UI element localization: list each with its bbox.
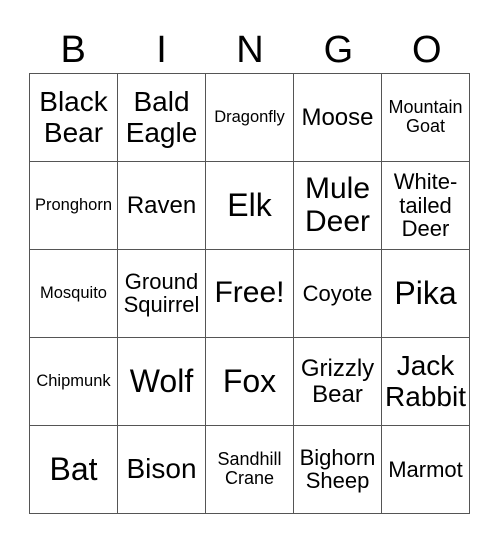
bingo-header: B I N G O	[29, 28, 471, 72]
card-cell[interactable]: Fox	[205, 337, 294, 426]
header-letter-i: I	[156, 29, 167, 71]
card-cell[interactable]: Grizzly Bear	[293, 337, 382, 426]
cell-label: Mule Deer	[304, 172, 371, 238]
card-cell[interactable]: Bighorn Sheep	[293, 425, 382, 514]
card-cell[interactable]: Black Bear	[29, 73, 118, 162]
card-cell[interactable]: Mosquito	[29, 249, 118, 338]
cell-label: Black Bear	[39, 86, 108, 148]
card-cell[interactable]: White-tailed Deer	[381, 161, 470, 250]
card-cell[interactable]: Wolf	[117, 337, 206, 426]
card-row: Pronghorn Raven Elk Mule Deer White-tail…	[29, 161, 470, 250]
cell-label: Pronghorn	[34, 195, 113, 214]
cell-label: Raven	[126, 191, 197, 219]
cell-label: Dragonfly	[214, 107, 285, 126]
card-cell[interactable]: Marmot	[381, 425, 470, 514]
card-cell[interactable]: Jack Rabbit	[381, 337, 470, 426]
cell-label: Grizzly Bear	[300, 354, 375, 408]
card-row: Black Bear Bald Eagle Dragonfly Moose Mo…	[29, 73, 470, 162]
header-letter-b: B	[60, 29, 86, 71]
cell-label: Bighorn Sheep	[299, 444, 376, 494]
free-space-label: Free!	[214, 276, 285, 310]
card-cell[interactable]: Raven	[117, 161, 206, 250]
header-letter-n: N	[236, 29, 264, 71]
cell-label: Bison	[126, 453, 197, 485]
card-cell[interactable]: Chipmunk	[29, 337, 118, 426]
cell-label: Ground Squirrel	[123, 268, 200, 318]
cell-label: Coyote	[302, 280, 373, 306]
card-row: Chipmunk Wolf Fox Grizzly Bear Jack Rabb…	[29, 337, 470, 426]
free-space-cell[interactable]: Free!	[205, 249, 294, 338]
card-cell[interactable]: Bat	[29, 425, 118, 514]
cell-label: Chipmunk	[36, 371, 111, 390]
card-row: Mosquito Ground Squirrel Free! Coyote Pi…	[29, 249, 470, 338]
card-cell[interactable]: Elk	[205, 161, 294, 250]
cell-label: Marmot	[388, 456, 463, 482]
card-cell[interactable]: Pika	[381, 249, 470, 338]
card-cell[interactable]: Coyote	[293, 249, 382, 338]
card-cell[interactable]: Moose	[293, 73, 382, 162]
cell-label: Sandhill Crane	[217, 448, 282, 489]
card-cell[interactable]: Ground Squirrel	[117, 249, 206, 338]
bingo-card: Black Bear Bald Eagle Dragonfly Moose Mo…	[29, 73, 470, 514]
cell-label: White-tailed Deer	[393, 168, 458, 242]
card-cell[interactable]: Dragonfly	[205, 73, 294, 162]
cell-label: Bald Eagle	[125, 86, 198, 148]
card-cell[interactable]: Mountain Goat	[381, 73, 470, 162]
cell-label: Elk	[227, 187, 272, 224]
card-cell[interactable]: Sandhill Crane	[205, 425, 294, 514]
cell-label: Jack Rabbit	[385, 350, 466, 412]
cell-label: Fox	[222, 363, 277, 400]
card-cell[interactable]: Mule Deer	[293, 161, 382, 250]
cell-label: Mountain Goat	[388, 96, 463, 137]
header-letter-o: O	[411, 29, 442, 71]
cell-label: Moose	[301, 103, 374, 131]
cell-label: Mosquito	[40, 283, 107, 302]
card-cell[interactable]: Bison	[117, 425, 206, 514]
card-cell[interactable]: Bald Eagle	[117, 73, 206, 162]
cell-label: Pika	[394, 275, 457, 312]
header-letter-g: G	[323, 29, 354, 71]
cell-label: Wolf	[129, 363, 194, 400]
card-row: Bat Bison Sandhill Crane Bighorn Sheep M…	[29, 425, 470, 514]
cell-label: Bat	[49, 451, 98, 488]
card-cell[interactable]: Pronghorn	[29, 161, 118, 250]
